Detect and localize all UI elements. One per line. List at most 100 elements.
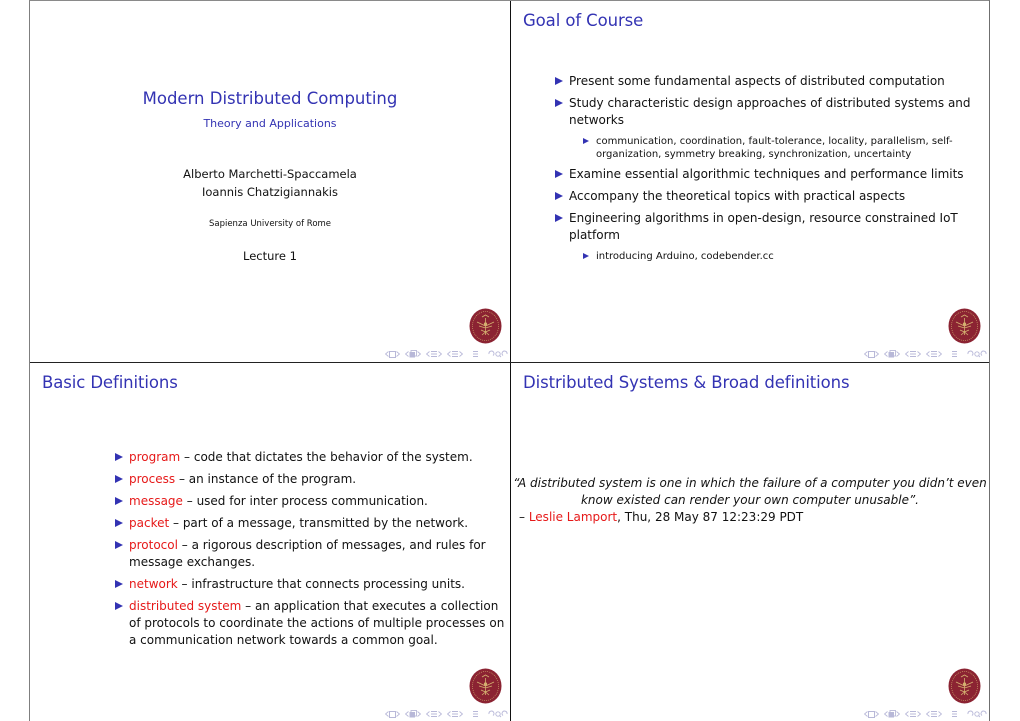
attribution-date: , Thu, 28 May 87 12:23:29 PDT <box>617 510 804 524</box>
list-item-text: Engineering algorithms in open-design, r… <box>569 211 958 242</box>
presentation-title: Modern Distributed Computing <box>142 89 398 108</box>
slide-goal-of-course: Goal of Course Present some fundamental … <box>511 1 989 362</box>
list-item: Accompany the theoretical topics with pr… <box>555 188 985 205</box>
triangle-bullet-icon <box>583 253 589 259</box>
definition-term: distributed system <box>129 599 242 613</box>
slide-distributed-systems-definitions: Distributed Systems & Broad definitions … <box>511 363 989 721</box>
triangle-bullet-icon <box>115 497 123 505</box>
list-item: Present some fundamental aspects of dist… <box>555 73 985 90</box>
triangle-bullet-icon <box>555 77 563 85</box>
list-item-text: Study characteristic design approaches o… <box>569 96 971 127</box>
nav-part-icon[interactable] <box>447 710 463 718</box>
triangle-bullet-icon <box>115 580 123 588</box>
triangle-bullet-icon <box>555 192 563 200</box>
triangle-bullet-icon <box>555 99 563 107</box>
definition-term: process <box>129 472 176 486</box>
nav-toc-icon[interactable] <box>951 710 958 718</box>
list-item: Study characteristic design approaches o… <box>555 95 985 161</box>
sapienza-seal-icon <box>469 668 502 704</box>
definition-text: – infrastructure that connects processin… <box>177 577 465 591</box>
sub-list-item-text: introducing Arduino, codebender.cc <box>596 251 774 262</box>
beamer-navigation <box>859 349 987 359</box>
frame-title: Distributed Systems & Broad definitions <box>523 373 850 392</box>
nav-part-icon[interactable] <box>447 350 463 358</box>
triangle-bullet-icon <box>555 170 563 178</box>
definition-term: network <box>129 577 178 591</box>
nav-section-icon[interactable] <box>905 350 921 358</box>
nav-subsection-icon[interactable] <box>405 350 421 358</box>
nav-search-icon[interactable] <box>488 710 508 718</box>
nav-frame-icon[interactable] <box>385 350 400 358</box>
definition-term: packet <box>129 516 170 530</box>
definition-item: distributed system – an application that… <box>115 598 505 649</box>
nav-search-icon[interactable] <box>488 350 508 358</box>
nav-section-icon[interactable] <box>426 710 442 718</box>
definition-term: message <box>129 494 183 508</box>
authors: Alberto Marchetti-Spaccamela Ioannis Cha… <box>30 165 510 201</box>
definition-text: – code that dictates the behavior of the… <box>180 450 473 464</box>
definition-item: packet – part of a message, transmitted … <box>115 515 505 532</box>
list-item-text: Accompany the theoretical topics with pr… <box>569 189 906 203</box>
definition-item: network – infrastructure that connects p… <box>115 576 505 593</box>
nav-toc-icon[interactable] <box>472 350 479 358</box>
nav-frame-icon[interactable] <box>385 710 400 718</box>
definition-term: protocol <box>129 538 178 552</box>
triangle-bullet-icon <box>583 138 589 144</box>
beamer-navigation <box>380 349 508 359</box>
slide-title-page: Modern Distributed Computing Theory and … <box>30 1 510 362</box>
nav-toc-icon[interactable] <box>472 710 479 718</box>
definition-term: program <box>129 450 181 464</box>
definitions-list: program – code that dictates the behavio… <box>115 449 505 654</box>
quote-attribution: – Leslie Lamport, Thu, 28 May 87 12:23:2… <box>511 509 989 526</box>
definition-text: – used for inter process communication. <box>182 494 428 508</box>
definition-item: program – code that dictates the behavio… <box>115 449 505 466</box>
lecture-label: Lecture 1 <box>243 249 297 263</box>
frame-title: Goal of Course <box>523 11 644 30</box>
sapienza-seal-icon <box>948 668 981 704</box>
nav-section-icon[interactable] <box>905 710 921 718</box>
slide-basic-definitions: Basic Definitions program – code that di… <box>30 363 510 721</box>
nav-frame-icon[interactable] <box>864 710 879 718</box>
sapienza-seal-icon <box>469 308 502 344</box>
definition-item: message – used for inter process communi… <box>115 493 505 510</box>
author-name: Alberto Marchetti-Spaccamela <box>183 167 357 181</box>
triangle-bullet-icon <box>555 214 563 222</box>
definition-text: – an instance of the program. <box>175 472 357 486</box>
nav-search-icon[interactable] <box>967 350 987 358</box>
quote-text: “A distributed system is one in which th… <box>513 476 987 507</box>
list-item: Examine essential algorithmic techniques… <box>555 166 985 183</box>
slide-divider-vertical <box>510 1 511 721</box>
goal-bullet-list: Present some fundamental aspects of dist… <box>555 73 985 268</box>
nav-part-icon[interactable] <box>926 350 942 358</box>
triangle-bullet-icon <box>115 519 123 527</box>
sub-list-item: communication, coordination, fault-toler… <box>583 135 985 161</box>
sub-bullet-list: introducing Arduino, codebender.cc <box>569 250 985 263</box>
sub-list-item-text: communication, coordination, fault-toler… <box>596 136 953 160</box>
nav-subsection-icon[interactable] <box>884 350 900 358</box>
attribution-dash: – <box>519 510 529 524</box>
triangle-bullet-icon <box>115 453 123 461</box>
sub-list-item: introducing Arduino, codebender.cc <box>583 250 985 263</box>
definition-item: protocol – a rigorous description of mes… <box>115 537 505 571</box>
definition-item: process – an instance of the program. <box>115 471 505 488</box>
nav-section-icon[interactable] <box>426 350 442 358</box>
beamer-navigation <box>859 709 987 719</box>
beamer-navigation <box>380 709 508 719</box>
list-item: Engineering algorithms in open-design, r… <box>555 210 985 263</box>
nav-subsection-icon[interactable] <box>884 710 900 718</box>
sapienza-seal-icon <box>948 308 981 344</box>
frame-title: Basic Definitions <box>42 373 178 392</box>
triangle-bullet-icon <box>115 475 123 483</box>
nav-part-icon[interactable] <box>926 710 942 718</box>
nav-frame-icon[interactable] <box>864 350 879 358</box>
lamport-quote: “A distributed system is one in which th… <box>511 475 989 526</box>
nav-subsection-icon[interactable] <box>405 710 421 718</box>
definition-text: – part of a message, transmitted by the … <box>169 516 469 530</box>
institute: Sapienza University of Rome <box>208 219 332 229</box>
nav-toc-icon[interactable] <box>951 350 958 358</box>
slide-handout-sheet: Modern Distributed Computing Theory and … <box>29 0 990 721</box>
slide-divider-horizontal <box>30 362 989 363</box>
nav-search-icon[interactable] <box>967 710 987 718</box>
triangle-bullet-icon <box>115 541 123 549</box>
list-item-text: Present some fundamental aspects of dist… <box>569 74 945 88</box>
